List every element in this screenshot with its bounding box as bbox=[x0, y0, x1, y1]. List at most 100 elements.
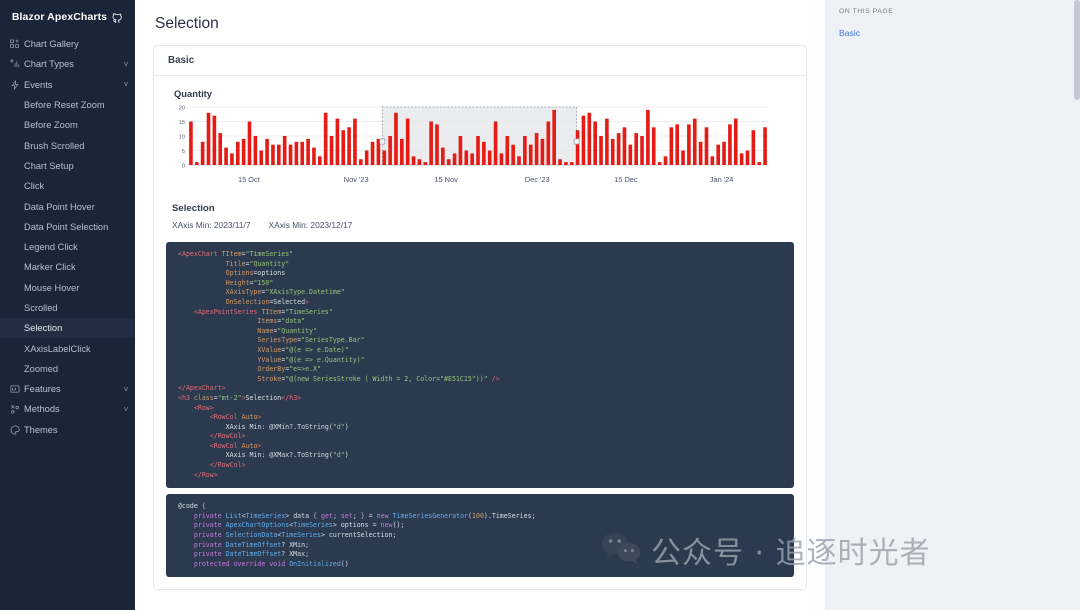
sidebar-item-marker-click[interactable]: Marker Click bbox=[0, 257, 135, 277]
chart-bar[interactable] bbox=[253, 136, 258, 165]
chart-bar[interactable] bbox=[616, 133, 621, 165]
sidebar-item-methods[interactable]: Methods ˅ bbox=[0, 399, 135, 419]
chart-bar[interactable] bbox=[271, 144, 275, 165]
chart-bar[interactable] bbox=[353, 118, 357, 165]
chart-bar[interactable] bbox=[681, 150, 685, 166]
chart-bar[interactable] bbox=[329, 136, 334, 165]
chart-bar[interactable] bbox=[446, 159, 451, 165]
chart-bar[interactable] bbox=[212, 115, 217, 165]
chart-svg[interactable]: 0 5 10 15 20 bbox=[172, 103, 772, 175]
sidebar-item-themes[interactable]: Themes bbox=[0, 420, 135, 440]
chart-bar[interactable] bbox=[247, 121, 252, 166]
sidebar-item-data-point-selection[interactable]: Data Point Selection bbox=[0, 217, 135, 237]
chart-bar[interactable] bbox=[400, 138, 404, 165]
chart-bar[interactable] bbox=[300, 141, 305, 165]
selection-handle-left[interactable] bbox=[379, 138, 386, 145]
chart-bar[interactable] bbox=[411, 156, 416, 165]
chart-bar[interactable] bbox=[657, 162, 662, 165]
chart-bar[interactable] bbox=[370, 141, 375, 165]
chart-bar[interactable] bbox=[441, 147, 445, 165]
chart-bar[interactable] bbox=[745, 150, 750, 166]
sidebar-item-chart-gallery[interactable]: Chart Gallery bbox=[0, 34, 135, 54]
sidebar-item-chart-types[interactable]: Chart Types ˅ bbox=[0, 54, 135, 74]
chart-bar[interactable] bbox=[704, 127, 709, 165]
chart-bar[interactable] bbox=[464, 150, 469, 166]
chart-bar[interactable] bbox=[739, 153, 744, 165]
chart-bar[interactable] bbox=[751, 130, 756, 165]
chart-bar[interactable] bbox=[528, 144, 533, 165]
chart-bar[interactable] bbox=[698, 141, 703, 165]
chart-bar[interactable] bbox=[687, 124, 691, 165]
sidebar-item-features[interactable]: Features ˅ bbox=[0, 379, 135, 399]
chart-bar[interactable] bbox=[405, 118, 410, 165]
chart-bar[interactable] bbox=[382, 150, 387, 166]
chart-bar[interactable] bbox=[511, 144, 515, 165]
chart-bar[interactable] bbox=[552, 109, 556, 165]
sidebar-item-scrolled[interactable]: Scrolled bbox=[0, 298, 135, 318]
chart-bar[interactable] bbox=[581, 115, 586, 165]
chart-bar[interactable] bbox=[569, 162, 574, 165]
chart-bar[interactable] bbox=[605, 118, 609, 165]
chart-bar[interactable] bbox=[728, 124, 732, 165]
chart-bar[interactable] bbox=[200, 141, 205, 165]
sidebar-item-before-zoom[interactable]: Before Zoom bbox=[0, 115, 135, 135]
chart-bar[interactable] bbox=[493, 121, 498, 166]
chart-bar[interactable] bbox=[259, 150, 264, 166]
chart-bar[interactable] bbox=[282, 136, 287, 165]
chart-bar[interactable] bbox=[599, 136, 603, 165]
page-scrollbar[interactable] bbox=[1074, 0, 1080, 610]
chart-bar[interactable] bbox=[716, 144, 721, 165]
sidebar-item-mouse-hover[interactable]: Mouse Hover bbox=[0, 278, 135, 298]
chart-bar[interactable] bbox=[669, 127, 674, 165]
chart-bar[interactable] bbox=[517, 156, 521, 165]
quantity-bar-chart[interactable]: 0 5 10 15 20 bbox=[172, 103, 794, 175]
chart-bar[interactable] bbox=[417, 159, 422, 165]
chart-bar[interactable] bbox=[359, 159, 363, 165]
sidebar-item-brush-scrolled[interactable]: Brush Scrolled bbox=[0, 135, 135, 155]
chart-bar[interactable] bbox=[546, 121, 551, 166]
sidebar-item-chart-setup[interactable]: Chart Setup bbox=[0, 156, 135, 176]
chart-bar[interactable] bbox=[364, 150, 369, 166]
chart-bar[interactable] bbox=[394, 112, 398, 165]
chart-bar[interactable] bbox=[663, 156, 668, 165]
scrollbar-thumb[interactable] bbox=[1074, 0, 1080, 100]
chart-bar[interactable] bbox=[306, 138, 310, 165]
chart-bar[interactable] bbox=[634, 133, 638, 165]
chart-bar[interactable] bbox=[722, 141, 726, 165]
chart-bar[interactable] bbox=[323, 112, 328, 165]
chart-bar[interactable] bbox=[587, 112, 592, 165]
chart-bar[interactable] bbox=[622, 127, 627, 165]
chart-bar[interactable] bbox=[312, 147, 316, 165]
chart-bar[interactable] bbox=[482, 141, 486, 165]
chart-bar[interactable] bbox=[534, 133, 539, 165]
chart-bar[interactable] bbox=[476, 136, 480, 165]
chart-bar[interactable] bbox=[189, 121, 193, 166]
chart-bar[interactable] bbox=[429, 121, 433, 166]
chart-bar[interactable] bbox=[564, 162, 568, 165]
chart-bar[interactable] bbox=[347, 127, 351, 165]
chevron-down-icon[interactable]: ˅ bbox=[121, 60, 135, 69]
chart-bar[interactable] bbox=[335, 118, 340, 165]
sidebar-item-data-point-hover[interactable]: Data Point Hover bbox=[0, 196, 135, 216]
chart-bar[interactable] bbox=[763, 127, 767, 165]
chart-bar[interactable] bbox=[194, 162, 199, 165]
chart-bar[interactable] bbox=[675, 124, 680, 165]
chart-bar[interactable] bbox=[388, 136, 392, 165]
chart-bar[interactable] bbox=[218, 133, 223, 165]
sidebar-item-selection[interactable]: Selection bbox=[0, 318, 135, 339]
chart-bar[interactable] bbox=[423, 162, 428, 165]
chart-bar[interactable] bbox=[640, 136, 644, 165]
chart-bar[interactable] bbox=[540, 138, 545, 165]
chart-bar[interactable] bbox=[558, 159, 562, 165]
chart-bar[interactable] bbox=[470, 153, 474, 165]
chart-bar[interactable] bbox=[757, 162, 762, 165]
chart-bar[interactable] bbox=[265, 138, 269, 165]
chart-bar[interactable] bbox=[224, 147, 228, 165]
chart-bar[interactable] bbox=[523, 136, 527, 165]
selection-handle-right[interactable] bbox=[573, 138, 580, 145]
chart-bar[interactable] bbox=[651, 127, 656, 165]
chart-bar[interactable] bbox=[230, 153, 234, 165]
chart-bar[interactable] bbox=[341, 130, 346, 165]
sidebar-item-zoomed[interactable]: Zoomed bbox=[0, 359, 135, 379]
chevron-down-icon[interactable]: ˅ bbox=[121, 405, 135, 414]
